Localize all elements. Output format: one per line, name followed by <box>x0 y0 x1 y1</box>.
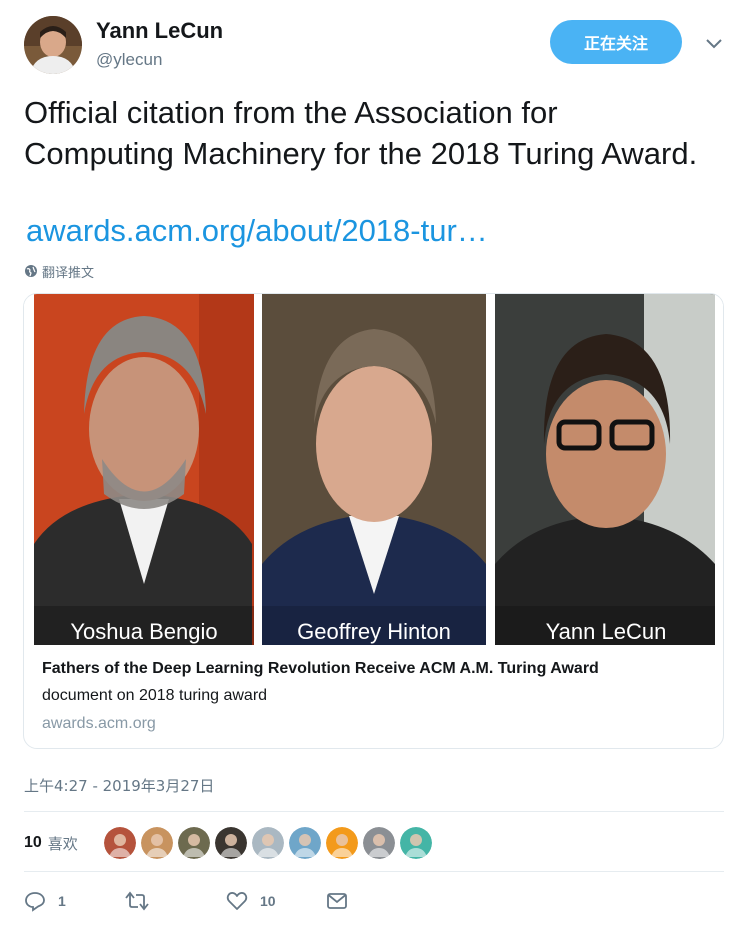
liker-avatar[interactable] <box>251 827 284 859</box>
divider <box>24 871 724 872</box>
caption-1: Yoshua Bengio <box>70 619 217 644</box>
envelope-icon <box>327 893 347 909</box>
translate-label: 翻译推文 <box>42 265 95 281</box>
tweet-link[interactable]: awards.acm.org/about/2018-tur… <box>26 213 488 249</box>
liker-avatar[interactable] <box>103 827 136 859</box>
direct-message-button[interactable] <box>326 886 348 916</box>
likes-label[interactable]: 喜欢 <box>48 833 78 854</box>
liker-avatar[interactable] <box>288 827 321 859</box>
liker-avatar[interactable] <box>362 827 395 859</box>
heart-icon <box>226 892 248 910</box>
likes-count[interactable]: 10 <box>24 834 42 852</box>
author-name[interactable]: Yann LeCun <box>96 18 223 44</box>
like-count: 10 <box>260 893 276 909</box>
author-handle[interactable]: @ylecun <box>96 50 162 70</box>
liker-avatar[interactable] <box>399 827 432 859</box>
portrait-lecun <box>495 294 715 645</box>
caption-3: Yann LeCun <box>546 619 667 644</box>
tweet-text: Official citation from the Association f… <box>24 95 698 171</box>
liker-avatar[interactable] <box>140 827 173 859</box>
divider <box>24 811 724 812</box>
card-domain: awards.acm.org <box>42 715 156 732</box>
likes-row: 10 喜欢 <box>24 827 724 859</box>
like-button[interactable]: 10 <box>226 886 276 916</box>
chevron-down-icon[interactable] <box>704 34 724 54</box>
retweet-icon <box>125 891 149 911</box>
tweet-actions: 1 10 <box>24 886 724 916</box>
portrait-hinton <box>262 294 486 645</box>
tweet-timestamp[interactable]: 上午4:27 - 2019年3月27日 <box>24 775 214 796</box>
tweet-header: Yann LeCun @ylecun 正在关注 <box>24 14 724 76</box>
reply-button[interactable]: 1 <box>24 886 66 916</box>
caption-2: Geoffrey Hinton <box>297 619 451 644</box>
link-card[interactable]: Yoshua Bengio Geoffrey Hinton Yann LeCun… <box>23 293 724 749</box>
liker-avatar[interactable] <box>214 827 247 859</box>
liker-avatar[interactable] <box>177 827 210 859</box>
likers-list <box>103 827 432 859</box>
reply-icon <box>25 892 45 912</box>
card-title[interactable]: Fathers of the Deep Learning Revolution … <box>42 660 599 678</box>
liker-avatar[interactable] <box>325 827 358 859</box>
retweet-button[interactable] <box>124 886 162 916</box>
profile-photo-icon <box>24 16 82 74</box>
following-button[interactable]: 正在关注 <box>550 20 682 64</box>
translate-tweet-link[interactable]: 翻译推文 <box>24 261 94 281</box>
card-image: Yoshua Bengio Geoffrey Hinton Yann LeCun <box>24 294 723 645</box>
portrait-bengio <box>34 294 254 645</box>
author-avatar[interactable] <box>24 16 82 74</box>
globe-icon <box>25 265 37 277</box>
reply-count: 1 <box>58 893 66 909</box>
card-description: document on 2018 turing award <box>42 687 268 704</box>
